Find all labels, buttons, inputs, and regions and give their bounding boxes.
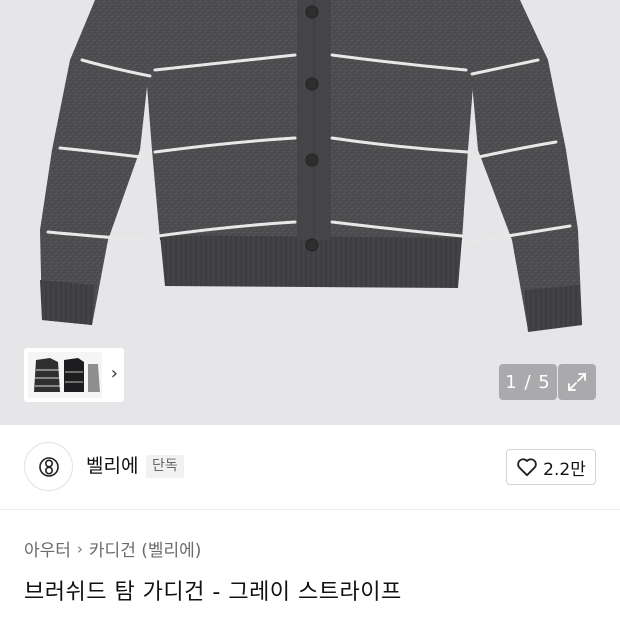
breadcrumb-item-outerwear[interactable]: 아우터 bbox=[24, 536, 71, 561]
product-title: 브러쉬드 탐 가디건 - 그레이 스트라이프 bbox=[24, 580, 402, 605]
heart-outline-icon bbox=[517, 458, 537, 477]
current-page: 1 bbox=[505, 371, 518, 393]
exclusive-badge: 단독 bbox=[146, 455, 184, 478]
expand-arrows-icon bbox=[568, 373, 586, 391]
thumbnail-image bbox=[28, 352, 102, 398]
like-count: 2.2만 bbox=[543, 459, 586, 480]
page-counter: 1 / 5 bbox=[499, 364, 557, 400]
chevron-right-icon[interactable]: › bbox=[111, 363, 118, 385]
chevron-right-icon: › bbox=[76, 539, 83, 558]
total-pages: 5 bbox=[538, 371, 551, 393]
like-button[interactable]: 2.2만 bbox=[506, 449, 596, 485]
expand-button[interactable] bbox=[558, 364, 596, 400]
breadcrumb-item-cardigan[interactable]: 카디건 (벨리에) bbox=[89, 536, 202, 561]
product-image-gallery[interactable]: › 1 / 5 bbox=[0, 0, 620, 425]
breadcrumb: 아우터 › 카디건 (벨리에) bbox=[24, 536, 202, 562]
brand-name[interactable]: 벨리에 bbox=[86, 453, 138, 479]
brand-emblem-icon bbox=[38, 456, 59, 477]
thumbnail-strip[interactable]: › bbox=[24, 348, 124, 402]
brand-row: 벨리에 단독 2.2만 bbox=[0, 425, 620, 510]
page-separator: / bbox=[517, 371, 539, 393]
brand-logo[interactable] bbox=[24, 442, 73, 491]
